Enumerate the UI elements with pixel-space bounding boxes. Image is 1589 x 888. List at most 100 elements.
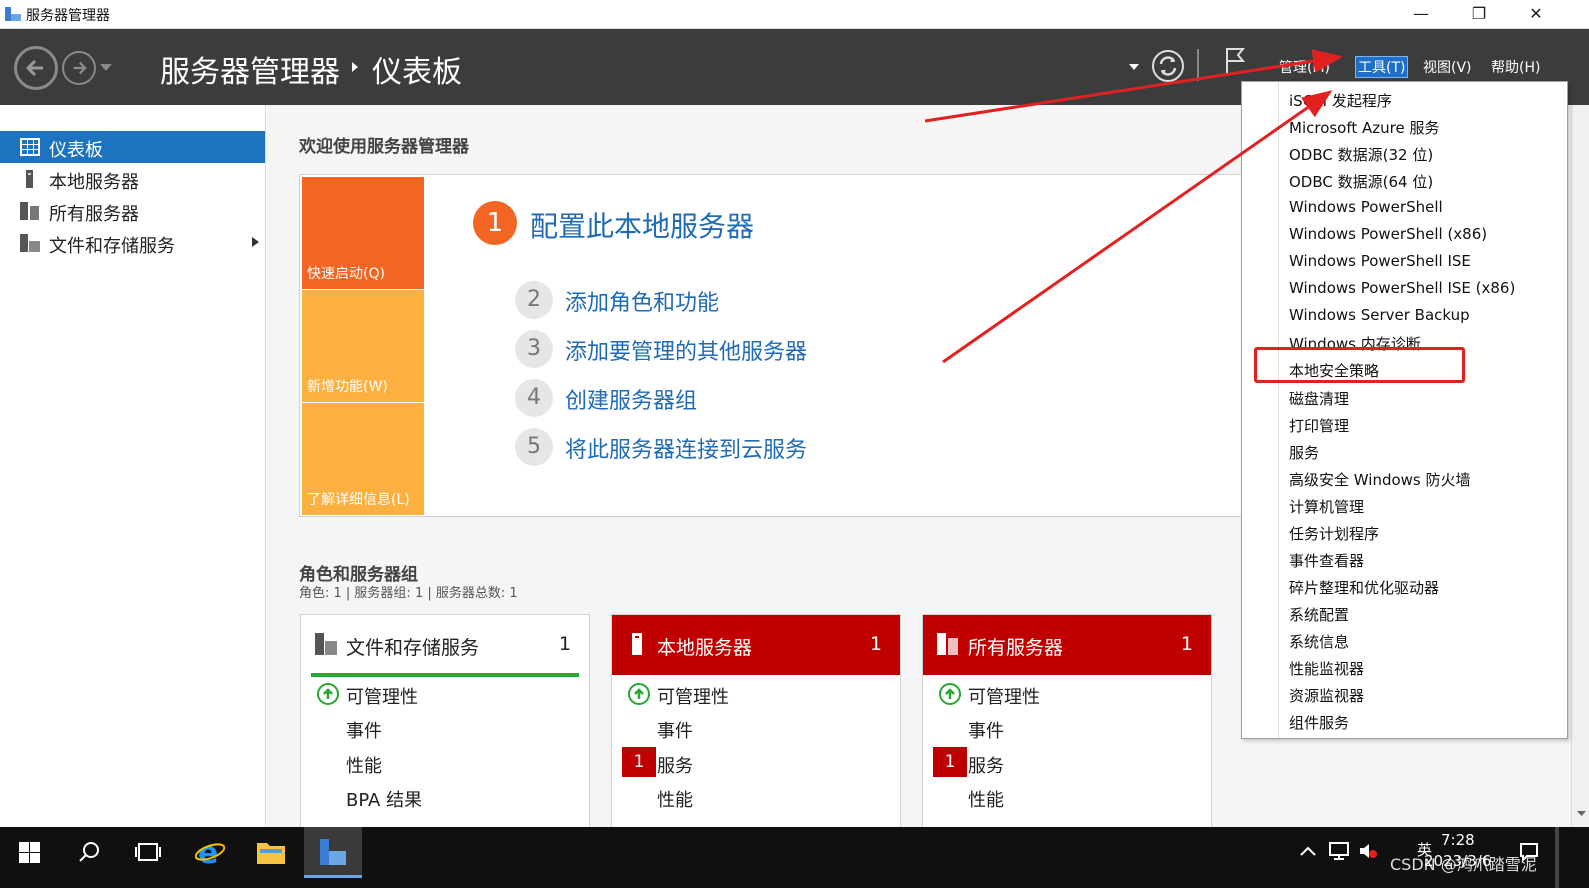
menu-item[interactable]: 打印管理 [1289,415,1349,436]
sidebar-item-label: 仪表板 [49,140,103,161]
ok-status-icon [317,683,339,705]
card-header[interactable]: 文件和存储服务 1 [301,615,589,675]
link-create-server-group[interactable]: 创建服务器组 [565,383,697,415]
link-add-servers[interactable]: 添加要管理的其他服务器 [565,334,807,366]
sidebar: 仪表板 本地服务器 所有服务器 文件和存储服务 [0,105,266,827]
minimize-button[interactable]: — [1393,0,1449,29]
sidebar-item-all-servers[interactable]: 所有服务器 [0,195,265,227]
action-center-icon[interactable] [1519,842,1539,862]
task-view-button[interactable] [119,827,177,878]
link-add-roles[interactable]: 添加角色和功能 [565,285,719,317]
window-title-bar: 服务器管理器 — ❐ ✕ [0,0,1589,29]
history-dropdown-icon[interactable] [100,64,112,72]
close-button[interactable]: ✕ [1508,0,1564,29]
menu-item[interactable]: 性能监视器 [1289,658,1364,679]
svg-text:e: e [198,837,218,867]
dashboard-icon [20,138,40,156]
tile-label: 了解详细信息(L) [307,492,410,508]
card-row-manageability[interactable]: 可管理性 [346,683,418,709]
show-desktop-button[interactable] [1555,827,1559,888]
menu-item[interactable]: ODBC 数据源(32 位) [1289,144,1433,165]
breadcrumb-root[interactable]: 服务器管理器 [160,47,340,91]
menu-item[interactable]: iSCSI 发起程序 [1289,90,1392,111]
sidebar-item-file-storage[interactable]: 文件和存储服务 [0,227,265,259]
taskbar-server-manager[interactable] [304,827,362,878]
link-connect-cloud[interactable]: 将此服务器连接到云服务 [565,432,807,464]
menu-item[interactable]: ODBC 数据源(64 位) [1289,171,1433,192]
menu-help[interactable]: 帮助(H) [1491,57,1540,77]
card-row-bpa[interactable]: BPA 结果 [346,786,422,812]
back-button[interactable] [14,46,58,90]
tile-whats-new[interactable]: 新增功能(W) [302,290,424,402]
menu-manage[interactable]: 管理(M) [1279,57,1330,77]
menu-item[interactable]: 事件查看器 [1289,550,1364,571]
card-row-events[interactable]: 事件 [346,717,382,743]
card-row-manageability[interactable]: 可管理性 [968,683,1040,709]
clock-date[interactable]: 2023/3/6 [1424,852,1491,870]
menu-view[interactable]: 视图(V) [1423,57,1472,77]
link-configure-local-server[interactable]: 配置此本地服务器 [530,205,754,245]
menu-item[interactable]: 组件服务 [1289,712,1349,733]
card-row-performance[interactable]: 性能 [346,752,382,778]
menu-item[interactable]: 计算机管理 [1289,496,1364,517]
sidebar-item-label: 本地服务器 [49,172,139,193]
folder-icon [257,843,285,864]
card-row-performance[interactable]: 性能 [968,786,1004,812]
card-row-manageability[interactable]: 可管理性 [657,683,729,709]
menu-tools[interactable]: 工具(T) [1354,56,1409,78]
role-card-file-storage[interactable]: 文件和存储服务 1 可管理性 事件 性能 BPA 结果 [300,614,590,844]
task-view-icon [135,843,161,861]
menu-item[interactable]: 碎片整理和优化驱动器 [1289,577,1439,598]
ok-status-icon [628,683,650,705]
scroll-down-icon[interactable] [1577,811,1586,817]
menu-item[interactable]: Microsoft Azure 服务 [1289,117,1440,138]
volume-muted-icon[interactable] [1358,841,1378,861]
menu-item[interactable]: Windows Server Backup [1289,306,1470,324]
restore-button[interactable]: ❐ [1451,0,1507,29]
card-row-services[interactable]: 服务 [968,752,1004,778]
refresh-icon[interactable] [1151,49,1185,83]
notifications-flag-icon[interactable] [1224,46,1246,76]
menu-item[interactable]: Windows PowerShell ISE (x86) [1289,279,1515,297]
main-scrollbar[interactable] [1571,105,1589,827]
card-row-events[interactable]: 事件 [657,717,693,743]
menu-item[interactable]: Windows PowerShell (x86) [1289,225,1487,243]
taskbar-file-explorer[interactable] [242,827,300,878]
card-row-events[interactable]: 事件 [968,717,1004,743]
menu-item[interactable]: Windows PowerShell [1289,198,1443,216]
sidebar-item-dashboard[interactable]: 仪表板 [0,131,265,163]
menu-item[interactable]: 服务 [1289,442,1319,463]
menu-item[interactable]: 磁盘清理 [1289,388,1349,409]
menu-item[interactable]: 高级安全 Windows 防火墙 [1289,469,1471,490]
show-hidden-icons-icon[interactable] [1300,846,1316,856]
sidebar-item-local-server[interactable]: 本地服务器 [0,163,265,195]
menu-item[interactable]: 任务计划程序 [1289,523,1379,544]
expand-arrow-icon[interactable] [252,237,259,247]
forward-button[interactable] [62,51,96,85]
menu-icon-gutter [1278,82,1279,738]
card-row-performance[interactable]: 性能 [657,786,693,812]
search-button[interactable] [60,827,118,878]
tile-quick-start[interactable]: 快速启动(Q) [302,177,424,289]
breadcrumb-separator-icon [352,62,358,72]
windows-logo-icon [19,842,40,863]
role-card-all-servers[interactable]: 所有服务器 1 可管理性 事件 1 服务 性能 [922,614,1212,844]
network-icon[interactable] [1328,841,1350,861]
card-header[interactable]: 本地服务器 1 [612,615,900,675]
menu-item[interactable]: 系统配置 [1289,604,1349,625]
servers-icon [937,633,958,655]
card-header[interactable]: 所有服务器 1 [923,615,1211,675]
menu-item[interactable]: Windows PowerShell ISE [1289,252,1471,270]
clock-time[interactable]: 7:28 [1441,831,1475,849]
card-row-services[interactable]: 服务 [657,752,693,778]
sidebar-item-label: 文件和存储服务 [49,236,175,257]
menu-item[interactable]: 系统信息 [1289,631,1349,652]
search-icon [79,842,99,862]
taskbar-internet-explorer[interactable]: e [181,827,239,878]
tile-learn-more[interactable]: 了解详细信息(L) [302,403,424,515]
refresh-dropdown-icon[interactable] [1129,64,1139,71]
start-button[interactable] [0,827,58,878]
menu-item[interactable]: 资源监视器 [1289,685,1364,706]
role-card-local-server[interactable]: 本地服务器 1 可管理性 事件 1 服务 性能 [611,614,901,844]
ok-status-icon [939,683,961,705]
